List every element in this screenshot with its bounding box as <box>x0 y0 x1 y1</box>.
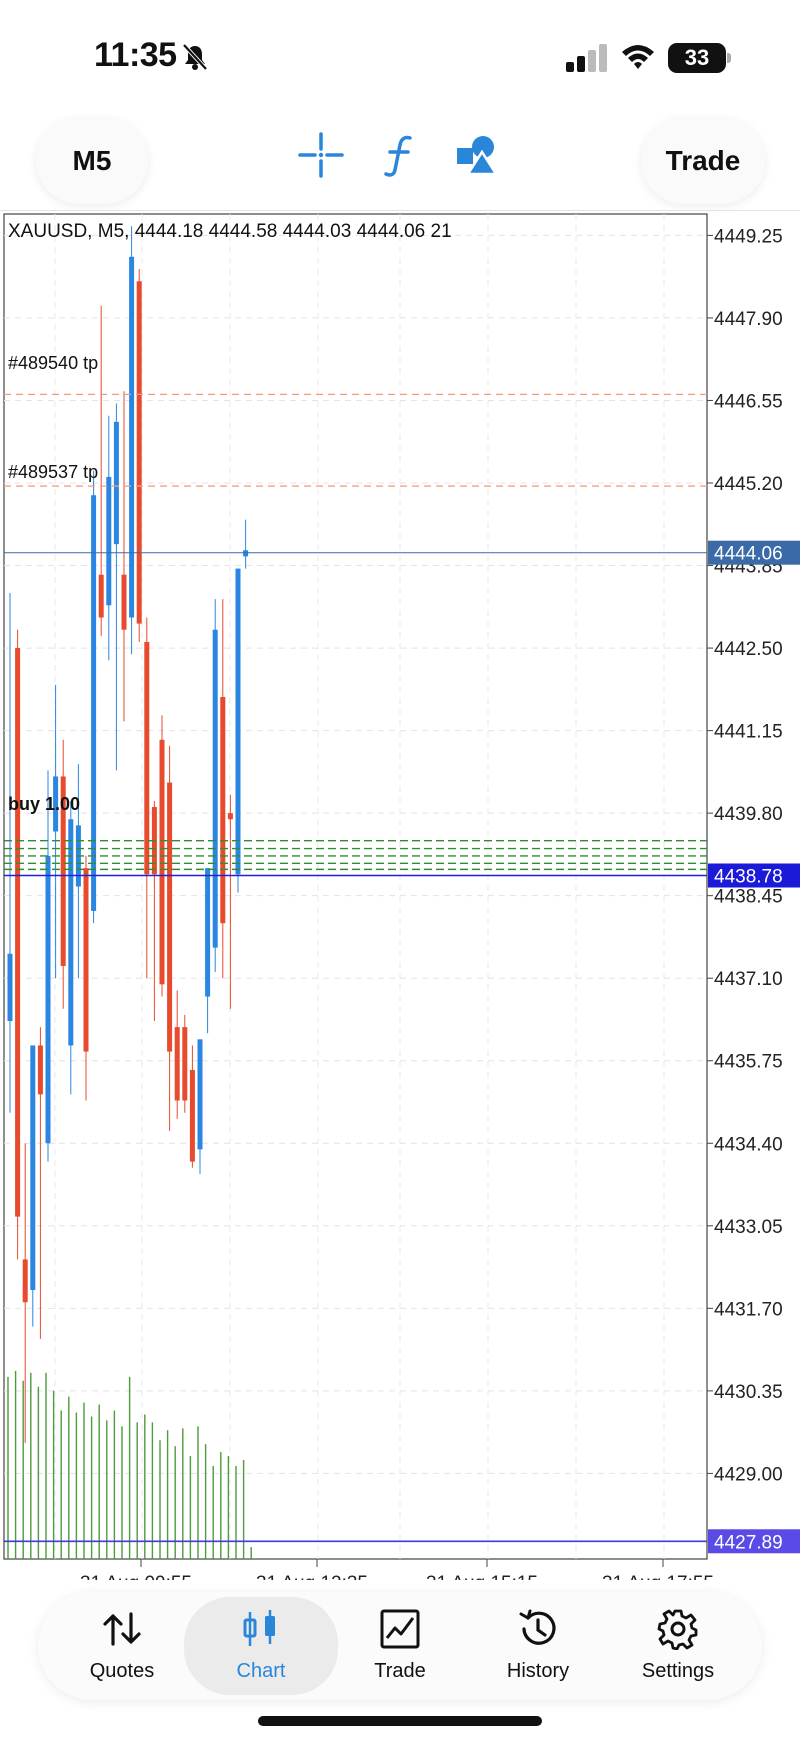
chart-frame <box>3 213 708 1560</box>
battery-level: 33 <box>684 45 710 70</box>
time-tick-label: 31 Aug 12:35 <box>256 1573 368 1580</box>
home-indicator <box>258 1716 542 1726</box>
bell-muted-icon <box>182 43 208 71</box>
nav-history[interactable]: History <box>468 1592 608 1700</box>
bottom-navigation: Quotes Chart Trade History Settings <box>38 1592 762 1700</box>
nav-chart-label: Chart <box>236 1660 286 1682</box>
candle-body <box>182 1027 188 1101</box>
symbol-info-line: XAUUSD, M5, 4444.18 4444.58 4444.03 4444… <box>8 221 452 242</box>
price-tick-label: 4446.55 <box>714 391 783 412</box>
battery-icon: 33 <box>668 43 726 73</box>
indicators-icon[interactable] <box>374 130 424 180</box>
settings-gear-icon <box>657 1609 698 1650</box>
candle-body <box>220 696 226 924</box>
time-tick-label: 31 Aug 17:55 <box>602 1573 714 1580</box>
nav-trade[interactable]: Trade <box>330 1592 470 1700</box>
timeframe-label: M5 <box>72 145 112 176</box>
candle-body <box>235 568 241 875</box>
candle-body <box>121 574 127 630</box>
candle-body <box>159 739 165 985</box>
price-tick-label: 4430.35 <box>714 1382 783 1403</box>
candle-body <box>129 256 135 618</box>
current-price-tag: 4444.06 <box>714 544 783 565</box>
nav-chart[interactable]: Chart <box>184 1597 338 1695</box>
time-tick-label: 31 Aug 09:55 <box>80 1573 192 1580</box>
objects-shapes-icon[interactable] <box>452 130 502 180</box>
candle-body <box>243 550 249 557</box>
candle-body <box>30 1045 36 1290</box>
nav-quotes-label: Quotes <box>89 1660 155 1682</box>
candle-body <box>68 819 74 1046</box>
cellular-signal-icon <box>566 44 607 72</box>
price-tick-label: 4431.70 <box>714 1299 783 1320</box>
crosshair-icon[interactable] <box>296 130 346 180</box>
price-tick-label: 4429.00 <box>714 1464 783 1485</box>
candle-body <box>174 1027 180 1101</box>
price-tick-label: 4434.40 <box>714 1134 783 1155</box>
chart-grid <box>4 214 707 1559</box>
status-bar: 11:35 33 <box>0 0 800 110</box>
volume-price-tag: 4427.89 <box>714 1532 783 1553</box>
order-label-tp-2[interactable]: #489537 tp <box>8 462 98 482</box>
price-tick-label: 4441.15 <box>714 722 783 743</box>
candle-body <box>83 868 89 1052</box>
candle-body <box>197 1039 203 1150</box>
status-time: 11:35 <box>94 36 177 74</box>
candle-body <box>205 868 211 997</box>
candle-body <box>167 782 173 1052</box>
candle-body <box>144 641 150 875</box>
nav-history-label: History <box>506 1660 570 1682</box>
wifi-icon <box>622 45 654 69</box>
timeframe-button[interactable]: M5 <box>36 118 148 204</box>
nav-quotes[interactable]: Quotes <box>52 1592 192 1700</box>
trade-graph-icon <box>380 1609 420 1649</box>
history-clock-icon <box>519 1609 556 1645</box>
candle-body <box>106 476 112 606</box>
price-tick-label: 4438.45 <box>714 887 783 908</box>
candle-body <box>15 648 21 1217</box>
candlesticks <box>7 226 249 1443</box>
candle-body <box>113 421 119 545</box>
nav-trade-label: Trade <box>374 1660 426 1682</box>
price-tick-label: 4433.05 <box>714 1217 783 1238</box>
time-tick-label: 31 Aug 15:15 <box>426 1573 538 1580</box>
position-label[interactable]: buy 1.00 <box>8 794 80 814</box>
candle-body <box>37 1045 43 1095</box>
battery-tip <box>727 53 731 63</box>
quotes-arrows-icon <box>103 1612 141 1646</box>
candle-body <box>98 574 104 618</box>
price-axis: 4449.254447.904446.554445.204443.854442.… <box>707 226 800 1554</box>
candle-body <box>45 855 51 1144</box>
nav-settings-label: Settings <box>641 1660 715 1682</box>
price-tick-label: 4449.25 <box>714 226 783 247</box>
time-axis: 31 Aug 09:55 31 Aug 12:35 31 Aug 15:15 31 A… <box>80 1559 714 1594</box>
candle-body <box>7 953 13 1021</box>
chart-canvas[interactable]: 4449.254447.904446.554445.204443.854442.… <box>0 210 800 1594</box>
price-tick-label: 4442.50 <box>714 639 783 660</box>
chart-candles-icon <box>243 1610 275 1646</box>
chart-toolbar: M5 Trade <box>0 110 800 210</box>
candle-body <box>212 629 218 948</box>
price-tick-label: 4439.80 <box>714 804 783 825</box>
order-label-tp-1[interactable]: #489540 tp <box>8 353 98 373</box>
trade-button-label: Trade <box>665 145 741 176</box>
volume-bars <box>7 1370 252 1559</box>
candle-body <box>22 1259 28 1303</box>
candle-body <box>189 1069 195 1162</box>
position-price-tag: 4438.78 <box>714 866 783 887</box>
price-tick-label: 4437.10 <box>714 969 783 990</box>
candle-body <box>227 813 233 820</box>
price-tick-label: 4435.75 <box>714 1052 783 1073</box>
price-tick-label: 4445.20 <box>714 474 783 495</box>
nav-settings[interactable]: Settings <box>608 1592 748 1700</box>
trade-button[interactable]: Trade <box>641 118 765 204</box>
candle-body <box>136 281 142 624</box>
price-tick-label: 4447.90 <box>714 309 783 330</box>
price-chart[interactable]: 4449.25 4447.90 4446.55 4445.20 4443.85 4442.… <box>0 210 800 1594</box>
